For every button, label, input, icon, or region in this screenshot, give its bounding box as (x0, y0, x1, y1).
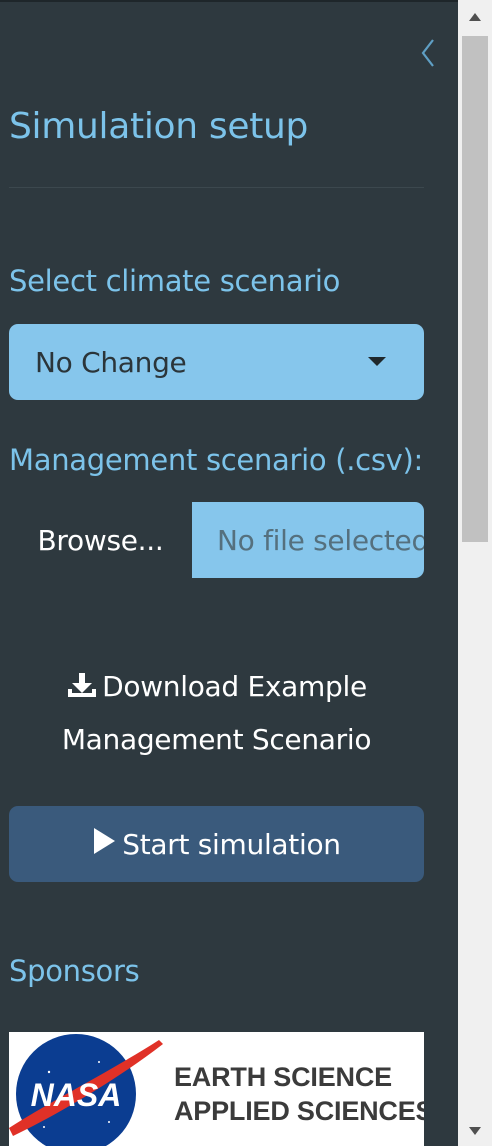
browse-button[interactable]: Browse... (9, 502, 192, 578)
triangle-down-icon (469, 1127, 481, 1135)
svg-text:NASA: NASA (31, 1077, 122, 1113)
scroll-up-button[interactable] (458, 2, 492, 32)
sidebar-panel: Simulation setup Select climate scenario… (0, 0, 458, 1146)
climate-scenario-label: Select climate scenario (9, 264, 341, 298)
file-name-field[interactable]: No file selected (192, 502, 424, 578)
download-label-line1: Download Example (102, 670, 367, 703)
top-border (0, 0, 458, 2)
scroll-thumb[interactable] (462, 36, 488, 542)
start-simulation-button[interactable]: Start simulation (9, 806, 424, 882)
caret-down-icon (368, 357, 386, 366)
sidebar-title: Simulation setup (9, 106, 309, 147)
chevron-left-icon (421, 39, 434, 67)
sponsor-logo-text: EARTH SCIENCE APPLIED SCIENCES (174, 1062, 424, 1126)
download-label-line2: Management Scenario (61, 723, 372, 756)
scroll-down-button[interactable] (458, 1116, 492, 1146)
scrollbar[interactable] (458, 0, 492, 1146)
download-icon (66, 665, 98, 715)
climate-scenario-select[interactable]: No Change (9, 324, 424, 400)
management-file-input: Browse... No file selected (9, 502, 424, 578)
divider (9, 187, 424, 188)
management-scenario-label: Management scenario (.csv): (9, 443, 423, 477)
triangle-up-icon (469, 13, 481, 21)
play-icon (92, 827, 116, 862)
climate-scenario-value: No Change (35, 345, 187, 379)
sponsor-logo: NASA EARTH SCIENCE APPLIED SCIENCES (9, 1032, 424, 1146)
download-example-link[interactable]: Download Example Management Scenario (9, 662, 424, 765)
nasa-logo: NASA (9, 1034, 163, 1146)
sponsors-label: Sponsors (9, 954, 140, 988)
start-simulation-label: Start simulation (122, 827, 341, 861)
sidebar-collapse-button[interactable] (414, 36, 442, 70)
